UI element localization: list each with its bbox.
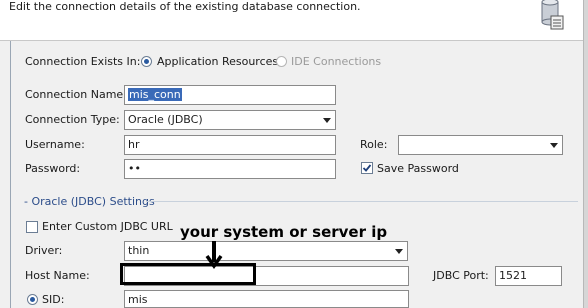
sid-radio[interactable]	[27, 294, 38, 305]
driver-select[interactable]: thin	[124, 241, 408, 261]
password-value: ••	[128, 162, 141, 175]
left-border	[10, 41, 11, 308]
save-password-checkbox[interactable]	[361, 162, 373, 174]
radio-ide-connections[interactable]	[276, 56, 287, 67]
connection-name-input[interactable]: mis_conn	[124, 85, 336, 105]
username-input[interactable]: hr	[124, 135, 336, 155]
connection-exists-label: Connection Exists In:	[25, 55, 141, 68]
sid-input[interactable]: mis	[124, 290, 409, 308]
sid-label[interactable]: SID:	[42, 293, 64, 306]
connection-type-select[interactable]: Oracle (JDBC)	[124, 110, 336, 130]
radio-application-resources[interactable]	[141, 56, 152, 67]
connection-name-value: mis_conn	[128, 88, 182, 101]
host-name-label: Host Name:	[25, 269, 90, 282]
chevron-down-icon	[550, 143, 558, 148]
right-scroll-edge	[583, 0, 588, 308]
driver-label: Driver:	[25, 244, 63, 257]
database-icon	[536, 0, 566, 32]
header-description: Edit the connection details of the exist…	[9, 0, 361, 13]
connection-name-label: Connection Name:	[25, 88, 127, 101]
jdbc-port-input[interactable]: 1521	[495, 266, 562, 286]
annotation-highlight-box	[120, 263, 256, 285]
sid-value: mis	[128, 293, 148, 306]
driver-value: thin	[128, 244, 150, 257]
radio-application-resources-label[interactable]: Application Resources	[157, 55, 278, 68]
checkmark-icon	[362, 164, 372, 172]
custom-jdbc-url-checkbox[interactable]	[26, 221, 38, 233]
chevron-down-icon	[323, 118, 331, 123]
annotation-text: your system or server ip	[180, 223, 388, 241]
custom-jdbc-url-label[interactable]: Enter Custom JDBC URL	[42, 220, 173, 233]
password-input[interactable]: ••	[124, 159, 336, 179]
radio-ide-connections-label[interactable]: IDE Connections	[291, 55, 381, 68]
jdbc-port-value: 1521	[499, 269, 527, 282]
connection-type-value: Oracle (JDBC)	[128, 113, 203, 126]
username-label: Username:	[25, 138, 85, 151]
oracle-settings-title[interactable]: - Oracle (JDBC) Settings	[24, 195, 155, 208]
header-divider	[0, 40, 588, 41]
section-divider	[146, 201, 578, 202]
save-password-label[interactable]: Save Password	[377, 162, 459, 175]
jdbc-port-label: JDBC Port:	[433, 269, 489, 282]
chevron-down-icon	[395, 249, 403, 254]
connection-type-label: Connection Type:	[25, 113, 120, 126]
username-value: hr	[128, 138, 140, 151]
password-label: Password:	[25, 162, 81, 175]
role-select[interactable]	[398, 135, 563, 155]
role-label: Role:	[360, 138, 388, 151]
